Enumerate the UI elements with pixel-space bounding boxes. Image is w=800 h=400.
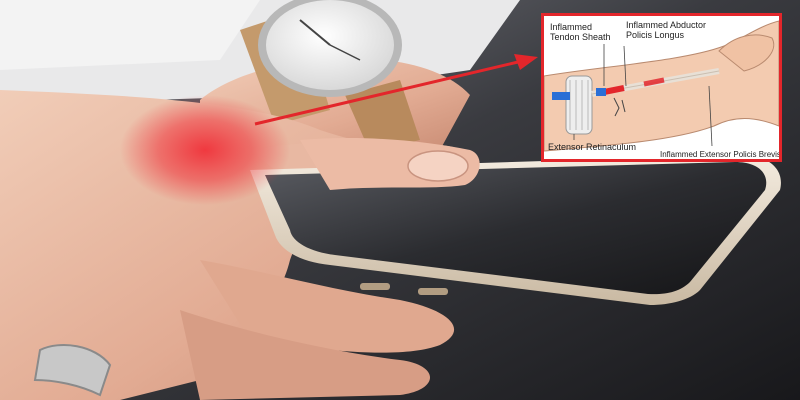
label-extensor-policis-brevis: Inflammed Extensor Policis Brevis — [660, 150, 781, 159]
photo-scene: Inflammed Tendon Sheath Inflammed Abduct… — [0, 0, 800, 400]
anatomy-inset: Inflammed Tendon Sheath Inflammed Abduct… — [541, 13, 782, 162]
pain-highlight — [120, 95, 290, 205]
label-abductor-policis-longus: Inflammed Abductor Policis Longus — [626, 20, 707, 40]
label-extensor-retinaculum: Extensor Retinaculum — [548, 142, 637, 152]
label-tendon-sheath: Inflammed Tendon Sheath — [550, 22, 611, 42]
